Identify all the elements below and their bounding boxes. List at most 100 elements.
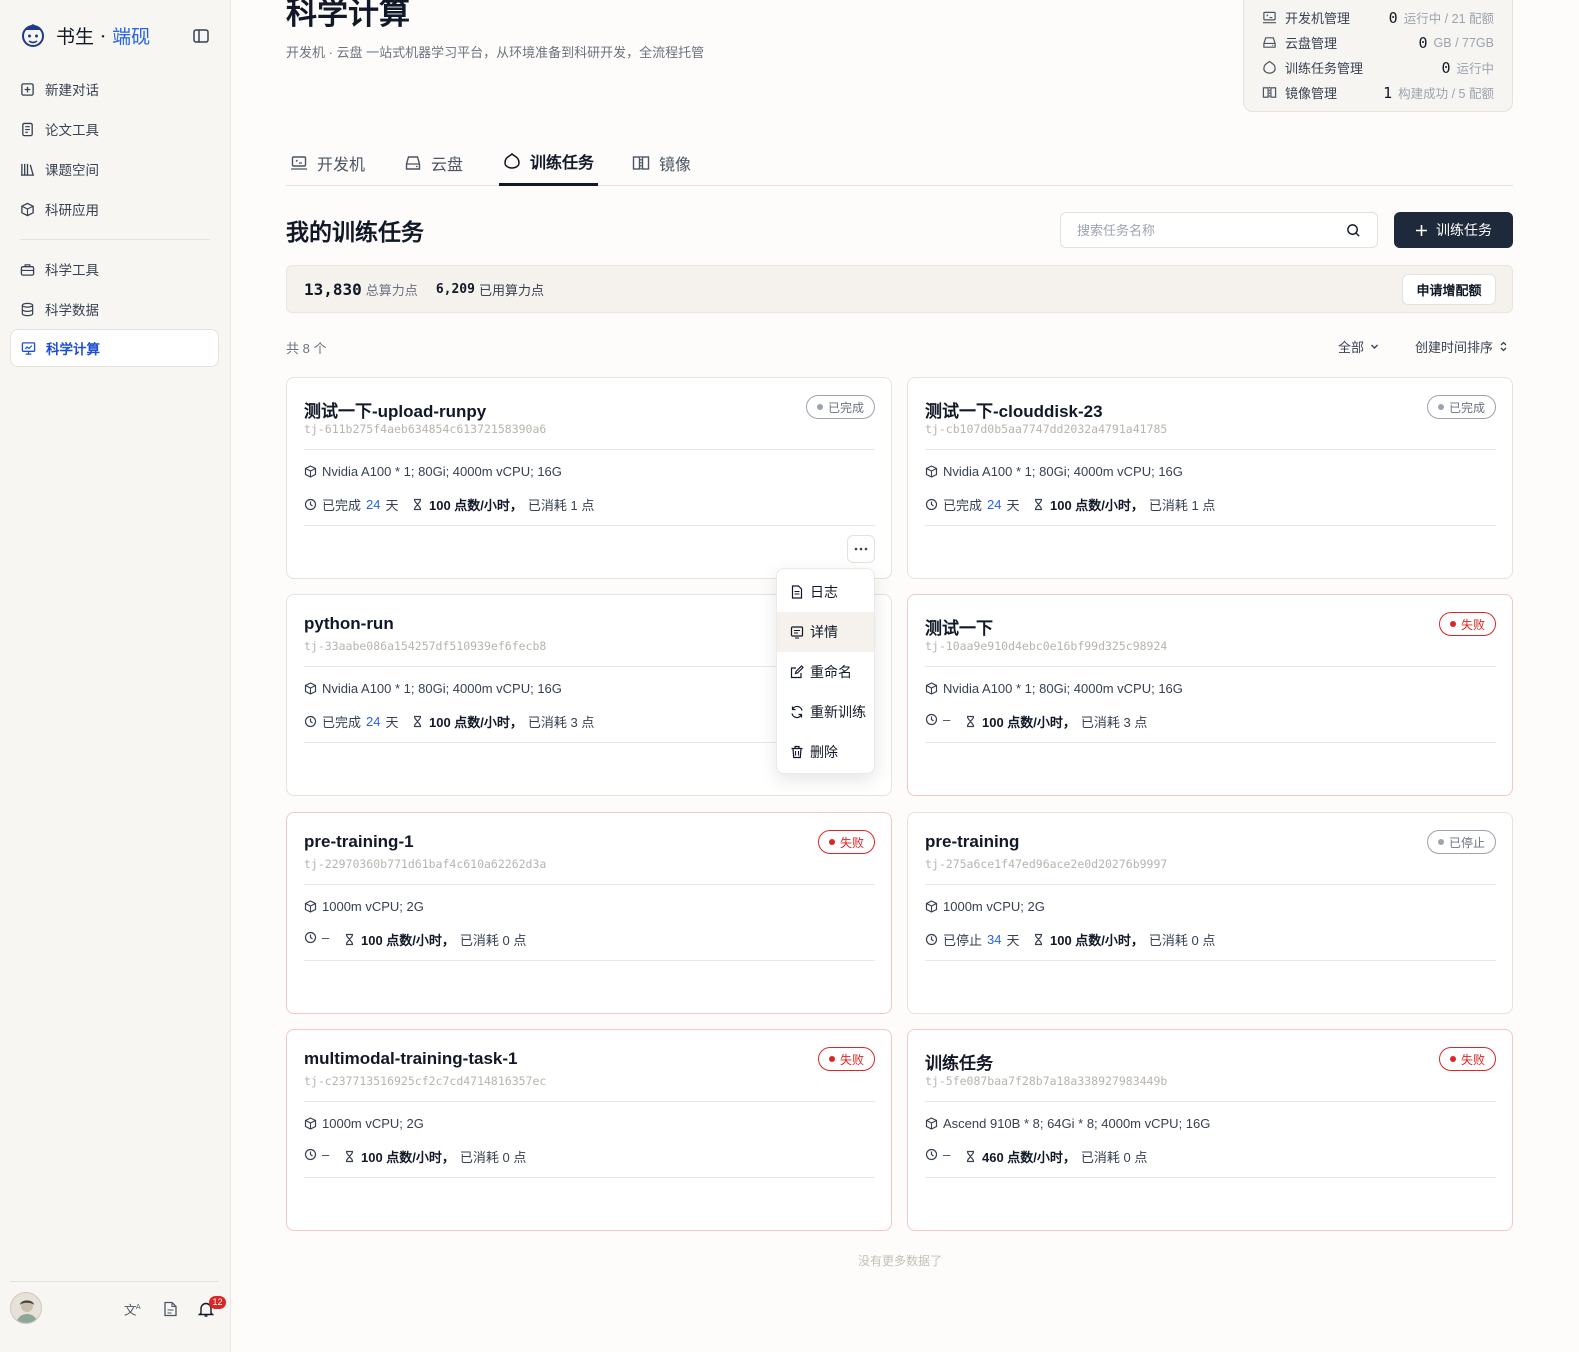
cube-icon — [21, 202, 34, 216]
menu-item-details[interactable]: 详情 — [777, 612, 874, 652]
more-actions-button[interactable] — [847, 535, 875, 563]
status-filter-dropdown[interactable]: 全部 — [1338, 337, 1380, 356]
document-icon[interactable] — [161, 1300, 179, 1318]
sidebar-item-label: 论文工具 — [45, 123, 99, 138]
tab-label: 镜像 — [659, 156, 692, 174]
sidebar-item-topic-space[interactable]: 课题空间 — [10, 150, 219, 188]
task-spec: Ascend 910B * 8; 64Gi * 8; 4000m vCPU; 1… — [925, 1116, 1210, 1131]
stat-unit: 运行中 — [1456, 62, 1494, 76]
cube-icon — [304, 1117, 317, 1130]
status-text: 已停止 — [1448, 835, 1485, 850]
total-points-value: 13,830 — [304, 279, 362, 299]
language-icon[interactable]: 文A — [124, 1300, 142, 1318]
sidebar-item-science-compute[interactable]: 科学计算 — [10, 329, 219, 367]
cube-icon — [304, 465, 317, 478]
sidebar-toggle-icon[interactable] — [192, 27, 210, 45]
stat-unit: GB / 77GB — [1433, 35, 1494, 50]
stat-training[interactable]: 训练任务管理 0 运行中 — [1262, 55, 1494, 80]
task-name[interactable]: 训练任务 — [925, 1049, 993, 1074]
task-id: tj-611b275f4aeb634854c61372158390a6 — [304, 422, 547, 436]
books-icon — [20, 163, 35, 176]
task-name[interactable]: pre-training — [925, 832, 1019, 852]
tab-training[interactable]: 训练任务 — [499, 139, 599, 186]
task-card[interactable]: pre-training tj-275a6ce1f47ed96ace2e0d20… — [907, 812, 1513, 1014]
page-subtitle: 开发机 · 云盘 一站式机器学习平台，从环境准备到科研开发，全流程托管 — [286, 45, 705, 60]
brand-logo[interactable]: 书生 · 端砚 — [18, 20, 150, 50]
hourglass-icon — [345, 1150, 354, 1163]
sidebar-item-science-data[interactable]: 科学数据 — [10, 290, 219, 328]
mirror-icon — [1262, 86, 1277, 99]
detail-icon — [790, 626, 804, 639]
stat-disk[interactable]: 云盘管理 0 GB / 77GB — [1262, 30, 1494, 55]
sidebar: 书生 · 端砚 新建对话 论文工具 课题空间 科研应用 科学工具 科学数据 科学… — [0, 0, 231, 1352]
status-badge: 已停止 — [1426, 830, 1496, 854]
menu-item-delete[interactable]: 删除 — [777, 732, 874, 772]
sort-dropdown[interactable]: 创建时间排序 — [1415, 337, 1509, 356]
task-name[interactable]: python-run — [304, 614, 394, 634]
clock-icon — [304, 498, 317, 511]
apply-quota-button[interactable]: 申请增配额 — [1402, 274, 1496, 305]
task-card[interactable]: 测试一下-clouddisk-23 tj-cb107d0b5aa7747dd20… — [907, 377, 1513, 579]
stat-value: 0 — [1388, 8, 1398, 27]
consumed-text: 已消耗 0 点 — [1080, 1150, 1148, 1165]
tab-cloud-disk[interactable]: 云盘 — [400, 139, 467, 186]
task-cost: 100 点数/小时， 已消耗 3 点 — [964, 712, 1147, 731]
sidebar-item-new-chat[interactable]: 新建对话 — [10, 70, 219, 108]
task-id: tj-33aabe086a154257df510939ef6fecb8 — [304, 639, 547, 653]
duration-unit: 天 — [1006, 933, 1020, 948]
stat-label: 开发机管理 — [1285, 11, 1351, 26]
consumed-text: 已消耗 3 点 — [1080, 715, 1148, 730]
stat-value: 1 — [1383, 83, 1393, 102]
sidebar-item-label: 科研应用 — [45, 203, 99, 218]
task-name[interactable]: 测试一下-upload-runpy — [304, 397, 486, 422]
menu-label: 重新训练 — [810, 704, 866, 720]
search-icon[interactable] — [1346, 223, 1361, 238]
tab-mirror[interactable]: 镜像 — [628, 139, 695, 186]
menu-label: 删除 — [810, 744, 838, 760]
sidebar-item-label: 科学工具 — [45, 263, 99, 278]
duration-number: 34 — [987, 932, 1002, 947]
avatar[interactable] — [10, 1292, 42, 1324]
task-name[interactable]: 测试一下-clouddisk-23 — [925, 397, 1103, 422]
duration-unit: 天 — [1006, 498, 1020, 513]
task-duration: 已完成 24 天 — [925, 495, 1020, 514]
duration-prefix: 已完成 — [322, 715, 362, 730]
card-divider — [304, 1101, 875, 1102]
task-actions-menu: 日志 详情 重命名 重新训练 删除 — [776, 568, 875, 774]
task-name[interactable]: multimodal-training-task-1 — [304, 1049, 517, 1069]
task-card[interactable]: 测试一下 tj-10aa9e910d4ebc0e16bf99d325c98924… — [907, 594, 1513, 796]
task-card[interactable]: pre-training-1 tj-22970360b771d61baf4c61… — [286, 812, 892, 1014]
sidebar-item-research-apps[interactable]: 科研应用 — [10, 190, 219, 228]
task-name[interactable]: pre-training-1 — [304, 832, 414, 852]
task-card[interactable]: 训练任务 tj-5fe087baa7f28b7a18a338927983449b… — [907, 1029, 1513, 1231]
task-card[interactable]: 测试一下-upload-runpy tj-611b275f4aeb634854c… — [286, 377, 892, 579]
clock-icon — [304, 715, 317, 728]
menu-item-retrain[interactable]: 重新训练 — [777, 692, 874, 732]
stat-value: 0 — [1418, 33, 1428, 52]
rate-text: 460 点数/小时， — [982, 1150, 1076, 1165]
search-input[interactable] — [1061, 213, 1331, 247]
card-divider — [925, 1177, 1496, 1178]
duration-prefix: 已停止 — [943, 933, 983, 948]
task-name[interactable]: 测试一下 — [925, 614, 993, 639]
task-id: tj-10aa9e910d4ebc0e16bf99d325c98924 — [925, 639, 1168, 653]
stat-mirror[interactable]: 镜像管理 1 构建成功 / 5 配额 — [1262, 80, 1494, 105]
task-card[interactable]: multimodal-training-task-1 tj-c237713516… — [286, 1029, 892, 1231]
rate-text: 100 点数/小时， — [429, 498, 523, 513]
hourglass-icon — [413, 715, 422, 728]
stat-devbox[interactable]: 开发机管理 0 运行中 / 21 配额 — [1262, 5, 1494, 30]
menu-item-log[interactable]: 日志 — [777, 572, 874, 612]
duration-prefix: 已完成 — [322, 498, 362, 513]
hourglass-icon — [966, 715, 975, 728]
status-text: 失败 — [839, 1052, 864, 1067]
task-spec: Nvidia A100 * 1; 80Gi; 4000m vCPU; 16G — [304, 681, 562, 696]
tab-devbox[interactable]: 开发机 — [286, 139, 369, 186]
consumed-text: 已消耗 0 点 — [459, 933, 527, 948]
sidebar-item-science-tools[interactable]: 科学工具 — [10, 250, 219, 288]
menu-item-rename[interactable]: 重命名 — [777, 652, 874, 692]
spec-text: Nvidia A100 * 1; 80Gi; 4000m vCPU; 16G — [943, 681, 1183, 696]
sidebar-item-paper-tools[interactable]: 论文工具 — [10, 110, 219, 148]
new-training-task-button[interactable]: 训练任务 — [1394, 212, 1513, 248]
rate-text: 100 点数/小时， — [982, 715, 1076, 730]
hourglass-icon — [1034, 933, 1043, 946]
